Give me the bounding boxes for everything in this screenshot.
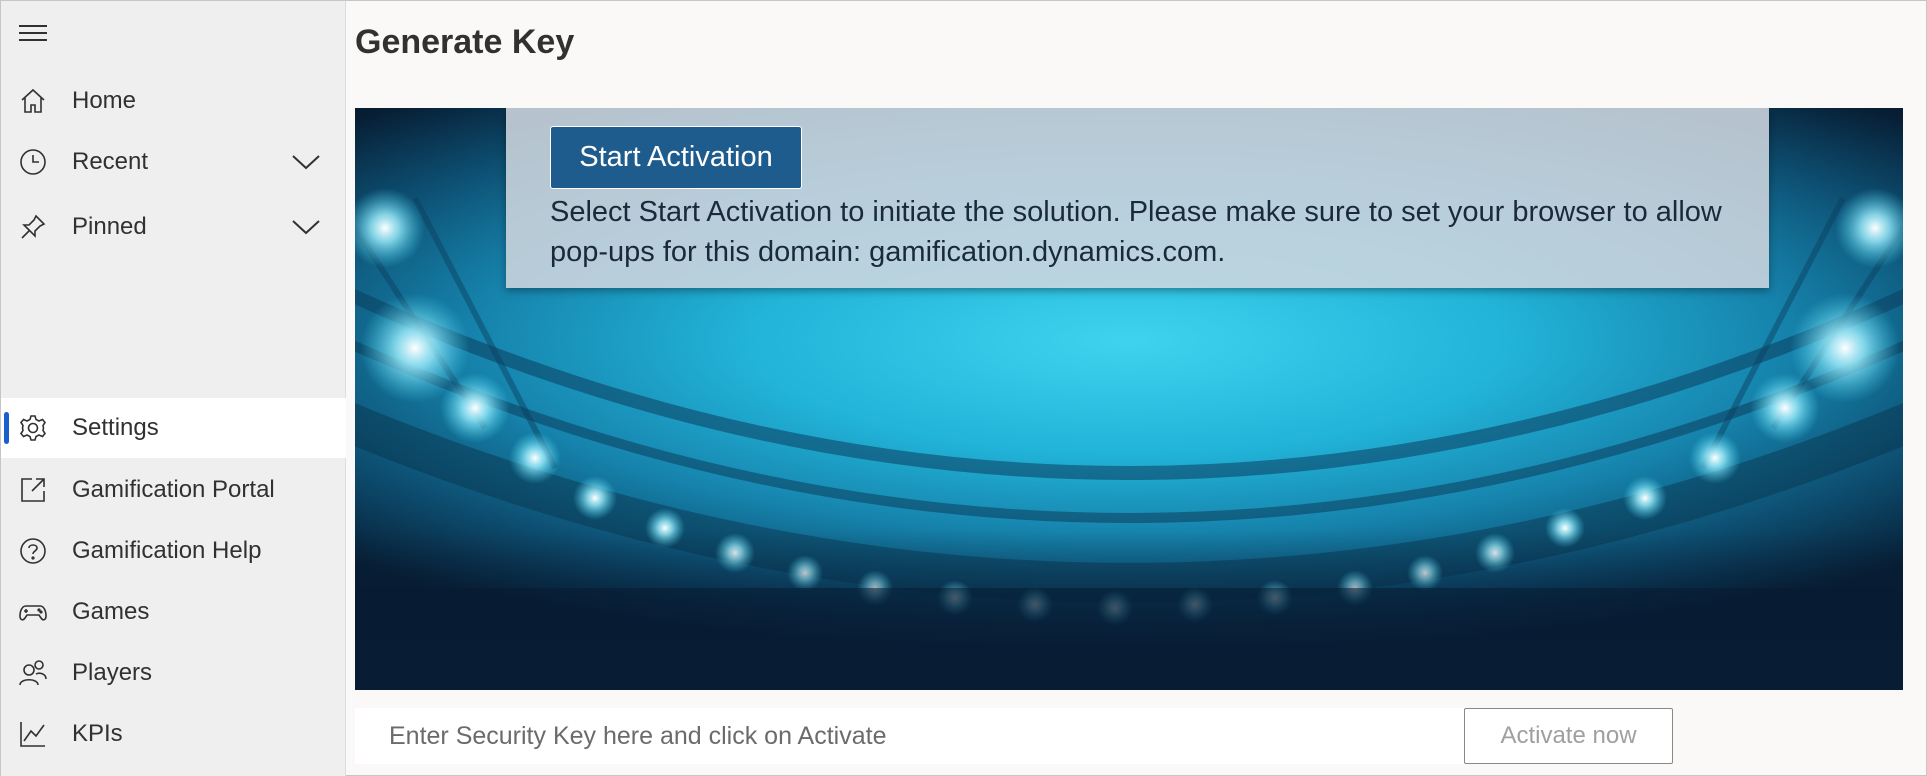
stadium-banner-image: Start Activation Select Start Activation… (355, 108, 1903, 690)
sidebar-item-label: Games (72, 598, 150, 625)
sidebar-item-label: Recent (72, 148, 149, 175)
sidebar-item-pinned[interactable]: Pinned (1, 197, 346, 257)
pin-icon (17, 211, 49, 243)
sidebar-item-label: Players (72, 659, 153, 686)
sidebar-item-label: Gamification Portal (72, 476, 275, 503)
help-circle-icon (17, 535, 49, 567)
sidebar-item-players[interactable]: Players (1, 643, 346, 703)
line-chart-icon (17, 718, 49, 750)
sidebar-item-label: KPIs (72, 720, 123, 747)
sidebar-item-label: Pinned (72, 213, 147, 240)
hamburger-menu-icon[interactable] (13, 19, 53, 47)
activate-now-button[interactable]: Activate now (1464, 708, 1673, 764)
sidebar-item-home[interactable]: Home (1, 71, 346, 131)
home-icon (17, 85, 49, 117)
sidebar-item-label: Gamification Help (72, 537, 262, 564)
gamepad-icon (17, 596, 49, 628)
chevron-down-icon[interactable] (290, 217, 322, 237)
sidebar-item-games[interactable]: Games (1, 582, 346, 642)
people-icon (17, 657, 49, 689)
sidebar-item-kpis[interactable]: KPIs (1, 704, 346, 764)
chevron-down-icon[interactable] (290, 152, 322, 172)
start-activation-button[interactable]: Start Activation (550, 126, 802, 189)
sidebar-item-settings[interactable]: Settings (1, 398, 346, 458)
main-content: Generate Key Start Activation Select Sta… (347, 1, 1926, 776)
sidebar-item-label: Settings (72, 414, 159, 441)
activation-panel: Start Activation Select Start Activation… (506, 108, 1769, 288)
sidebar-item-gamification-portal[interactable]: Gamification Portal (1, 460, 346, 520)
app-window: Home Recent Pinned Settings Gamification… (0, 0, 1927, 776)
sidebar-item-recent[interactable]: Recent (1, 132, 346, 192)
sidebar-item-label: Home (72, 87, 137, 114)
activation-instructions: Select Start Activation to initiate the … (550, 196, 1722, 268)
gear-icon (17, 412, 49, 444)
sidebar-item-gamification-help[interactable]: Gamification Help (1, 521, 346, 581)
page-title: Generate Key (355, 23, 575, 61)
external-link-icon (17, 474, 49, 506)
clock-icon (17, 146, 49, 178)
sidebar: Home Recent Pinned Settings Gamification… (1, 1, 346, 776)
security-key-input[interactable] (355, 708, 1465, 764)
